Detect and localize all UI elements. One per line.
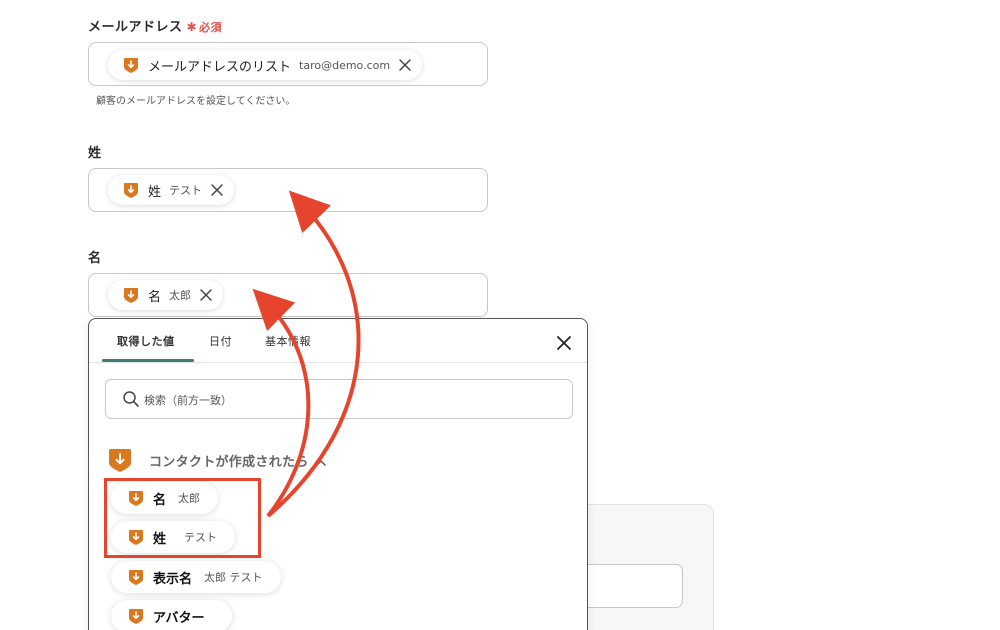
tag-name: メールアドレスのリスト bbox=[148, 59, 292, 75]
annotation-highlight-box bbox=[104, 478, 261, 558]
required-badge: 必須 bbox=[199, 21, 223, 34]
required-asterisk-icon: ✱ bbox=[186, 20, 198, 34]
trigger-group-header[interactable]: コンタクトが作成されたら bbox=[107, 447, 357, 473]
remove-tag-icon[interactable] bbox=[199, 288, 213, 302]
search-box bbox=[105, 379, 573, 419]
first-name-variable-tag[interactable]: 名 太郎 bbox=[108, 280, 224, 310]
app-badge-icon bbox=[127, 568, 145, 586]
tag-value: 太郎 bbox=[169, 289, 192, 302]
app-badge-icon bbox=[122, 286, 140, 304]
app-badge-icon bbox=[122, 181, 140, 199]
tag-value: テスト bbox=[169, 184, 203, 197]
last-name-label: 姓 bbox=[88, 146, 102, 161]
tag-name: 姓 bbox=[148, 184, 162, 200]
tab-retrieved-values[interactable]: 取得した値 bbox=[117, 333, 175, 349]
option-display-name[interactable]: 表示名 太郎 テスト bbox=[111, 561, 281, 593]
tag-value: taro@demo.com bbox=[299, 58, 391, 72]
app-badge-icon bbox=[127, 607, 145, 625]
remove-tag-icon[interactable] bbox=[398, 58, 412, 72]
app-badge-icon bbox=[107, 447, 133, 473]
search-icon bbox=[122, 390, 140, 408]
option-avatar[interactable]: アバター bbox=[111, 600, 233, 630]
last-name-variable-tag[interactable]: 姓 テスト bbox=[108, 175, 235, 205]
close-icon[interactable] bbox=[555, 334, 573, 352]
email-hint: 顧客のメールアドレスを設定してください。 bbox=[96, 96, 296, 107]
background-input[interactable] bbox=[588, 564, 683, 608]
tab-basic-info[interactable]: 基本情報 bbox=[265, 333, 311, 349]
active-tab-indicator bbox=[102, 359, 194, 362]
first-name-label: 名 bbox=[88, 251, 102, 266]
remove-tag-icon[interactable] bbox=[210, 183, 224, 197]
tag-name: 名 bbox=[148, 289, 162, 305]
variable-picker-dropdown: 取得した値 日付 基本情報 コンタクトが作成されたら 名 太郎 姓 bbox=[88, 318, 588, 630]
tab-date[interactable]: 日付 bbox=[209, 333, 232, 349]
group-title: コンタクトが作成されたら bbox=[149, 454, 309, 470]
app-badge-icon bbox=[122, 56, 140, 74]
option-name: アバター bbox=[153, 610, 205, 626]
option-value: 太郎 テスト bbox=[204, 571, 263, 584]
email-variable-tag[interactable]: メールアドレスのリスト taro@demo.com bbox=[108, 50, 423, 80]
chevron-up-icon bbox=[315, 454, 327, 466]
option-name: 表示名 bbox=[153, 571, 193, 587]
email-label: メールアドレス ✱ 必須 bbox=[88, 20, 223, 35]
search-input[interactable] bbox=[144, 390, 544, 410]
picker-tabs: 取得した値 日付 基本情報 bbox=[89, 319, 587, 363]
